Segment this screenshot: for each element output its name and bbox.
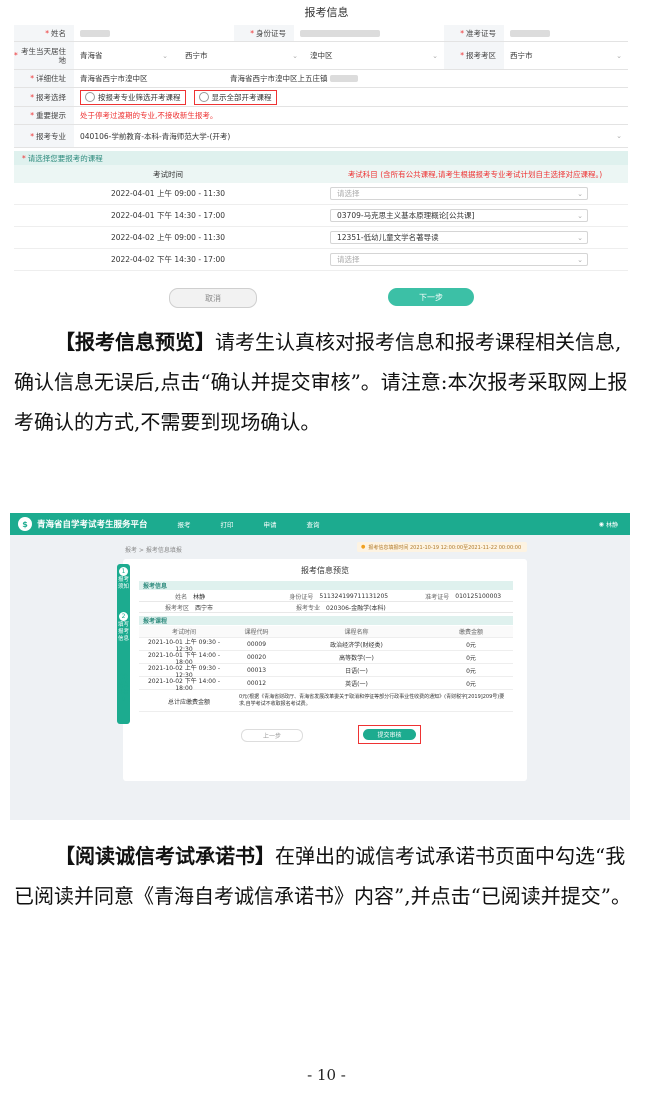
course-row: 2022-04-02 上午 09:00 - 11:30 12351-低幼儿童文学… <box>14 227 628 249</box>
form-row-address: * 详细住址 青海省西宁市湟中区 青海省西宁市湟中区上五庄镇 <box>14 70 628 88</box>
course-select[interactable]: 12351-低幼儿童文学名著导读 ⌄ <box>330 231 588 244</box>
nav-print[interactable]: 打印 <box>221 519 234 529</box>
cancel-button[interactable]: 取消 <box>169 288 257 308</box>
prev-button[interactable]: 上一步 <box>241 729 303 742</box>
city-select[interactable]: 西宁市 ⌄ <box>179 42 304 69</box>
user-menu[interactable]: ◉ 林静 <box>599 520 618 529</box>
section-courses-title: 报考课程 <box>139 616 513 625</box>
nav-register[interactable]: 报考 <box>178 519 191 529</box>
course-row: 2022-04-02 下午 14:30 - 17:00 请选择 ⌄ <box>14 249 628 271</box>
address-detail-field[interactable]: 青海省西宁市湟中区上五庄镇 <box>224 70 524 87</box>
page-number: - 10 - <box>307 1066 346 1084</box>
masked-value <box>510 29 550 37</box>
paragraph-preview: 【报考信息预览】请考生认真核对报考信息和报考课程相关信息,确认信息无误后,点击“… <box>14 322 634 442</box>
site-title: 青海省自学考试考生服务平台 <box>37 520 148 530</box>
form-row-notice: * 重要提示 处于停考过渡期的专业,不接收新生报考。 <box>14 107 628 125</box>
residence-label: 考生当天居住地 <box>21 46 66 65</box>
form-row-choice: * 报考选择 按报考专业筛选开考课程 显示全部开考课程 <box>14 88 628 107</box>
submit-review-button[interactable]: 提交审核 <box>363 729 416 740</box>
warning-icon: ● <box>361 544 366 550</box>
nav-apply[interactable]: 申请 <box>264 519 277 529</box>
section-info-title: 报考信息 <box>139 581 513 590</box>
info-row: 姓名 林静 身份证号 511324199711131205 准考证号 01012… <box>139 591 513 602</box>
logo-icon: $ <box>18 517 32 531</box>
breadcrumb: 报考 > 报考信息填报 <box>125 547 182 554</box>
preview-screenshot: $ 青海省自学考试考生服务平台 报考 打印 申请 查询 ◉ 林静 报考 > 报考信… <box>10 513 630 820</box>
name-field[interactable] <box>74 25 234 41</box>
name-label: 姓名 <box>51 28 66 38</box>
course-select[interactable]: 03709-马克思主义基本原理概论[公共课] ⌄ <box>330 209 588 222</box>
chevron-down-icon: ⌄ <box>292 51 298 60</box>
chevron-down-icon: ⌄ <box>577 255 583 264</box>
paragraph-heading: 【阅读诚信考试承诺书】 <box>55 844 275 868</box>
chevron-down-icon: ⌄ <box>616 51 622 60</box>
chevron-down-icon: ⌄ <box>577 211 583 220</box>
masked-value <box>80 29 110 37</box>
info-row: 报考考区 西宁市 报考专业 020306-金融学(本科) <box>139 602 513 613</box>
major-label: 报考专业 <box>36 131 66 141</box>
course-selection: * 请选择您要报考的课程 考试时间 考试科目 (含所有公共课程,请考生根据报考专业… <box>14 151 628 271</box>
course-table-header: 考试时间 考试科目 (含所有公共课程,请考生根据报考专业考试计划自主选择对应课程… <box>14 165 628 183</box>
masked-value <box>300 29 380 37</box>
notice-label: 重要提示 <box>36 111 66 120</box>
radio-show-all[interactable]: 显示全部开考课程 <box>193 89 277 105</box>
course-section-title: * 请选择您要报考的课程 <box>14 151 628 165</box>
form-row-major: * 报考专业 040106-学前教育-本科-青海师范大学-(开考) ⌄ <box>14 125 628 148</box>
preview-card: 报考信息预览 报考信息 姓名 林静 身份证号 51132419971113120… <box>123 559 527 781</box>
user-icon: ◉ <box>598 520 604 528</box>
chevron-down-icon: ⌄ <box>577 189 583 198</box>
chevron-down-icon: ⌄ <box>616 132 622 140</box>
total-row: 总计应缴费金额 0元(根据《青海省财政厅、青海省发展改革委关于取消和停征等部分行… <box>139 691 513 712</box>
course-select[interactable]: 请选择 ⌄ <box>330 253 588 266</box>
province-select[interactable]: 青海省 ⌄ <box>74 42 174 69</box>
table-row: 2021-10-02 下午 14:00 - 18:00 00012 英语(一) … <box>139 678 513 692</box>
id-field[interactable] <box>294 25 444 41</box>
radio-circle-icon <box>85 92 95 102</box>
ticket-label: 准考证号 <box>466 28 496 38</box>
chevron-down-icon: ⌄ <box>432 51 438 60</box>
notice-text: 处于停考过渡期的专业,不接收新生报考。 <box>80 111 218 120</box>
course-row: 2022-04-01 上午 09:00 - 11:30 请选择 ⌄ <box>14 183 628 205</box>
form-title: 报考信息 <box>304 6 349 19</box>
radio-circle-icon <box>198 92 209 102</box>
district-select[interactable]: 湟中区 ⌄ <box>304 42 444 69</box>
time-notice: ● 报考信息填报时间 2021-10-19 12:00:00至2021-11-22… <box>357 542 527 552</box>
site-header: $ 青海省自学考试考生服务平台 报考 打印 申请 查询 ◉ 林静 <box>10 513 630 535</box>
course-row: 2022-04-01 下午 14:30 - 17:00 03709-马克思主义基… <box>14 205 628 227</box>
chevron-down-icon: ⌄ <box>162 51 168 60</box>
exam-area-select[interactable]: 西宁市 ⌄ <box>504 42 628 69</box>
radio-filter-by-major[interactable]: 按报考专业筛选开考课程 <box>80 89 186 105</box>
ticket-field[interactable] <box>504 25 628 41</box>
exam-area-label: 报考考区 <box>466 51 496 60</box>
step-3: 3 信息并提交 <box>117 673 129 703</box>
address-label: 详细住址 <box>36 74 66 83</box>
card-title: 报考信息预览 <box>301 566 349 575</box>
paragraph-integrity: 【阅读诚信考试承诺书】在弹出的诚信考试承诺书页面中勾选“我已阅读并同意《青海自考… <box>14 836 634 916</box>
form-row-identity: * 姓名 * 身份证号 * 准考证号 <box>14 25 628 42</box>
step-1: 1 报考须知 <box>117 567 129 590</box>
choice-label: 报考选择 <box>36 92 66 102</box>
next-button[interactable]: 下一步 <box>388 288 474 306</box>
major-select[interactable]: 040106-学前教育-本科-青海师范大学-(开考) ⌄ <box>74 125 628 147</box>
course-select[interactable]: 请选择 ⌄ <box>330 187 588 200</box>
nav-query[interactable]: 查询 <box>307 519 320 529</box>
header-subject: 考试科目 (含所有公共课程,请考生根据报考专业考试计划自主选择对应课程。) <box>347 169 603 179</box>
address-field[interactable]: 青海省西宁市湟中区 <box>74 70 224 87</box>
step-2: 2 填写报考信息 <box>117 612 129 642</box>
form-row-residence: * 考生当天居住地 青海省 ⌄ 西宁市 ⌄ 湟中区 ⌄ * 报考考区 西宁市 ⌄ <box>14 42 628 70</box>
registration-form: * 姓名 * 身份证号 * 准考证号 * 考生当天居住地 青海省 ⌄ 西宁市 ⌄ 湟中区 ⌄ … <box>14 25 628 308</box>
paragraph-heading: 【报考信息预览】 <box>55 330 215 354</box>
header-time: 考试时间 <box>153 169 183 179</box>
masked-value <box>329 75 358 82</box>
id-label: 身份证号 <box>256 28 286 38</box>
chevron-down-icon: ⌄ <box>577 233 583 242</box>
